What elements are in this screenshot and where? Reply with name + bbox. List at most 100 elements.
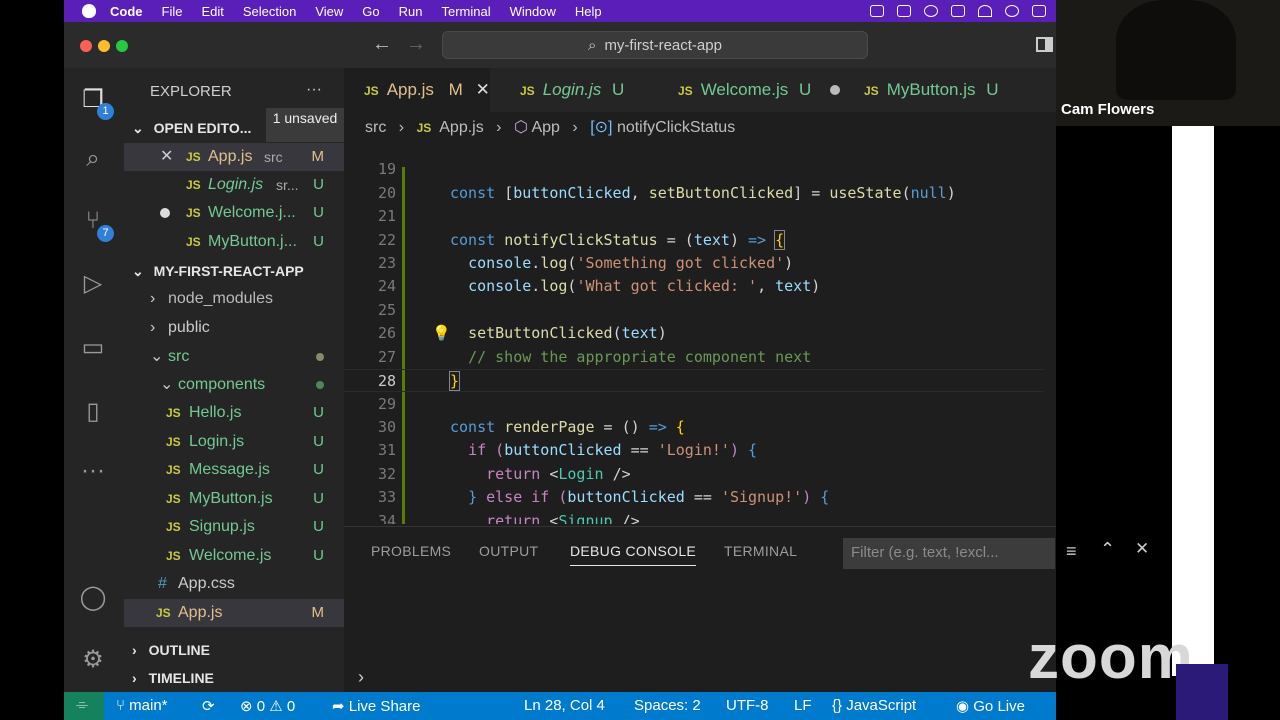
menu-edit[interactable]: Edit <box>201 4 223 19</box>
account-icon[interactable]: ◯ <box>76 580 110 614</box>
menu-view[interactable]: View <box>315 4 343 19</box>
menu-file[interactable]: File <box>162 4 183 19</box>
line-number: 28 <box>377 372 396 390</box>
language-mode[interactable]: {} JavaScript <box>832 697 916 714</box>
tree-hello-js[interactable]: JS Hello.js U <box>124 399 344 427</box>
maximize-panel-icon[interactable]: ⌃ <box>1100 539 1115 560</box>
breadcrumb-symbol[interactable]: notifyClickStatus <box>617 119 735 136</box>
project-header[interactable]: ⌄ MY-FIRST-REACT-APP <box>132 257 352 285</box>
back-arrow-icon[interactable]: ← <box>372 33 392 56</box>
lightbulb-icon[interactable]: 💡 <box>432 322 451 345</box>
git-status: M <box>311 148 325 165</box>
tree-components[interactable]: ⌄ components <box>124 371 344 399</box>
unsaved-dot-icon[interactable] <box>829 85 840 95</box>
run-debug-icon[interactable]: ▷ <box>76 266 110 300</box>
breadcrumb-file[interactable]: App.js <box>439 119 483 136</box>
tab-output[interactable]: OUTPUT <box>479 543 538 559</box>
console-prompt-icon[interactable]: › <box>358 667 364 688</box>
tab-mybutton-js[interactable]: JS MyButton.js U <box>844 68 1014 112</box>
go-live-button[interactable]: ◉ Go Live <box>956 697 1025 715</box>
close-icon[interactable]: ✕ <box>160 143 173 171</box>
tab-debug-console[interactable]: DEBUG CONSOLE <box>570 543 697 566</box>
sync-icon[interactable]: ⟳ <box>202 697 215 715</box>
menu-go[interactable]: Go <box>362 4 379 19</box>
debug-filter-input[interactable]: Filter (e.g. text, !excl... <box>843 538 1055 569</box>
menu-terminal[interactable]: Terminal <box>442 4 491 19</box>
close-panel-icon[interactable]: ✕ <box>1135 539 1149 559</box>
tab-problems[interactable]: PROBLEMS <box>371 543 451 559</box>
wifi-icon[interactable] <box>978 5 992 17</box>
menu-run[interactable]: Run <box>399 4 423 19</box>
source-control-icon[interactable]: ⑂ 7 <box>76 204 114 242</box>
spotlight-icon[interactable] <box>1005 5 1019 17</box>
search-icon: ⌕ <box>588 36 597 54</box>
menu-status-icons <box>870 5 1046 17</box>
tree-login-js[interactable]: JS Login.js U <box>124 428 344 456</box>
tree-public[interactable]: › public <box>124 314 344 342</box>
menu-app-name[interactable]: Code <box>110 4 143 19</box>
explorer-more-icon[interactable]: ··· <box>306 76 336 104</box>
command-center-search[interactable]: ⌕ my-first-react-app <box>442 31 868 59</box>
file-name: Login.js <box>189 433 245 450</box>
info-icon[interactable] <box>924 5 938 17</box>
branch-indicator[interactable]: ⑂ main* <box>116 697 168 714</box>
tree-message-js[interactable]: JS Message.js U <box>124 456 344 484</box>
tree-node-modules[interactable]: › node_modules <box>124 285 344 313</box>
clear-console-icon[interactable]: ≡ <box>1066 541 1077 562</box>
problems-indicator[interactable]: ⊗ 0 ⚠ 0 <box>240 697 295 715</box>
minimize-window-button[interactable] <box>98 40 110 52</box>
live-share-button[interactable]: ➦ Live Share <box>332 697 420 715</box>
purple-strip <box>1176 664 1228 720</box>
outline-header[interactable]: › OUTLINE <box>132 636 352 664</box>
code-editor[interactable]: 19 20 const [buttonClicked, setButtonClic… <box>344 144 1056 524</box>
open-editor-mybutton-js[interactable]: JS MyButton.j... U <box>124 228 344 256</box>
remote-indicator[interactable]: ⌯ <box>64 692 104 720</box>
braces-icon: {} <box>832 697 847 714</box>
tree-app-css[interactable]: # App.css <box>124 570 344 598</box>
apple-icon[interactable] <box>82 4 96 18</box>
tab-welcome-js[interactable]: JS Welcome.js U <box>658 68 840 112</box>
more-icon[interactable]: ··· <box>76 454 110 488</box>
close-icon[interactable]: ✕ <box>476 80 490 99</box>
search-icon[interactable]: ⌕ <box>76 142 110 176</box>
end-of-line[interactable]: LF <box>794 697 812 714</box>
cursor-position[interactable]: Ln 28, Col 4 <box>524 697 605 714</box>
toggle-layout-icon[interactable] <box>1036 37 1053 52</box>
tab-login-js[interactable]: JS Login.js U <box>500 68 640 112</box>
timeline-header[interactable]: › TIMELINE <box>132 664 352 692</box>
file-name: Message.js <box>189 461 270 478</box>
menu-selection[interactable]: Selection <box>243 4 296 19</box>
settings-gear-icon[interactable]: ⚙ <box>76 642 110 676</box>
git-status: U <box>313 404 324 421</box>
bottom-panel: PROBLEMS OUTPUT DEBUG CONSOLE TERMINAL F… <box>344 526 1149 692</box>
open-editor-app-js[interactable]: ✕ JS App.js src M <box>124 143 344 171</box>
open-editor-login-js[interactable]: JS Login.js sr... U <box>124 171 344 199</box>
tree-welcome-js[interactable]: JS Welcome.js U <box>124 542 344 570</box>
tab-terminal[interactable]: TERMINAL <box>724 543 797 559</box>
remote-explorer-icon[interactable]: ▭ <box>76 330 110 364</box>
error-icon: ⊗ <box>240 698 257 715</box>
js-file-icon: JS <box>166 463 181 477</box>
tree-app-js[interactable]: JS App.js M <box>124 599 344 627</box>
tab-app-js[interactable]: JS App.js M ✕ <box>344 68 490 112</box>
close-window-button[interactable] <box>80 40 92 52</box>
extensions-icon[interactable]: ▯ <box>76 394 110 428</box>
chevron-right-icon: › <box>398 119 405 136</box>
explorer-icon[interactable]: ❐ 1 <box>76 82 114 120</box>
tree-src[interactable]: ⌄ src <box>124 343 344 371</box>
tree-signup-js[interactable]: JS Signup.js U <box>124 513 344 541</box>
breadcrumb-src[interactable]: src <box>365 119 386 136</box>
control-center-icon[interactable] <box>1032 5 1046 17</box>
screen-share-icon[interactable] <box>870 5 884 17</box>
window-layout-icon[interactable] <box>897 5 911 17</box>
breadcrumb-component[interactable]: App <box>531 119 559 136</box>
zoom-window-button[interactable] <box>116 40 128 52</box>
indentation[interactable]: Spaces: 2 <box>634 697 701 714</box>
tree-mybutton-js[interactable]: JS MyButton.js U <box>124 485 344 513</box>
battery-icon[interactable] <box>951 5 965 17</box>
forward-arrow-icon[interactable]: → <box>406 33 426 56</box>
open-editor-welcome-js[interactable]: JS Welcome.j... U <box>124 199 344 227</box>
menu-help[interactable]: Help <box>575 4 602 19</box>
encoding[interactable]: UTF-8 <box>726 697 769 714</box>
menu-window[interactable]: Window <box>510 4 556 19</box>
